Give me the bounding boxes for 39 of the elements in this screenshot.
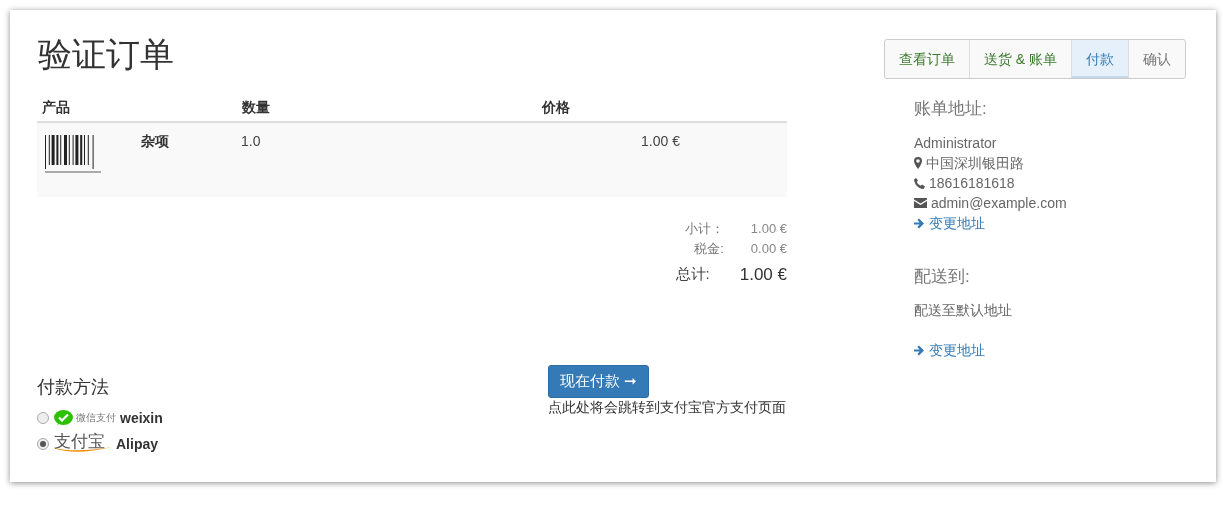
- page-title: 验证订单: [38, 33, 174, 76]
- phone-icon: [914, 177, 925, 189]
- pay-now-button[interactable]: 现在付款 ➞: [548, 365, 650, 398]
- change-address-link[interactable]: 变更地址: [929, 213, 985, 233]
- envelope-icon: [914, 198, 927, 208]
- arrow-right-icon: [914, 217, 925, 229]
- arrow-right-icon: [914, 344, 925, 356]
- redirect-note: 点此处将会跳转到支付宝官方支付页面: [548, 398, 786, 416]
- contact-text: admin@example.com: [931, 194, 1067, 213]
- total-label: 小计：: [683, 220, 724, 238]
- shipping-text: 配送至默认地址: [914, 301, 1013, 320]
- change-address-link[interactable]: 变更地址: [929, 340, 985, 360]
- price-cell-text: 1.00 €: [641, 132, 680, 151]
- total-label: 税金:: [693, 240, 724, 258]
- map-pin-icon: [914, 157, 922, 169]
- total-value: 0.00 €: [749, 240, 787, 258]
- column-header: 数量: [241, 98, 271, 117]
- payment-method-label: Alipay: [116, 436, 158, 452]
- step-tab[interactable]: 确认: [1128, 40, 1185, 78]
- product-name: 杂项: [141, 132, 170, 151]
- total-value: 1.00 €: [749, 220, 787, 238]
- radio-button[interactable]: [37, 438, 49, 450]
- radio-button[interactable]: [37, 412, 49, 424]
- step-tab[interactable]: 付款: [1071, 40, 1128, 78]
- total-label: 总计:: [674, 265, 710, 284]
- total-value: 1.00 €: [738, 265, 787, 285]
- column-header: 产品: [41, 98, 71, 117]
- column-header: 价格: [540, 98, 570, 117]
- section-heading: 账单地址:: [914, 98, 988, 120]
- section-heading: 配送到:: [914, 266, 971, 288]
- quantity-cell-text: 1.0: [241, 132, 262, 151]
- contact-text: 18616181618: [929, 174, 1015, 193]
- alipay-logo: 支付宝: [54, 432, 112, 456]
- payment-method-label: weixin: [120, 410, 163, 426]
- contact-text: 中国深圳银田路: [926, 154, 1024, 173]
- customer-name: Administrator: [914, 134, 998, 153]
- section-heading: 付款方法: [37, 376, 110, 399]
- wechat-pay-logo: 微信支付: [54, 410, 116, 426]
- step-tab[interactable]: 查看订单: [884, 40, 969, 78]
